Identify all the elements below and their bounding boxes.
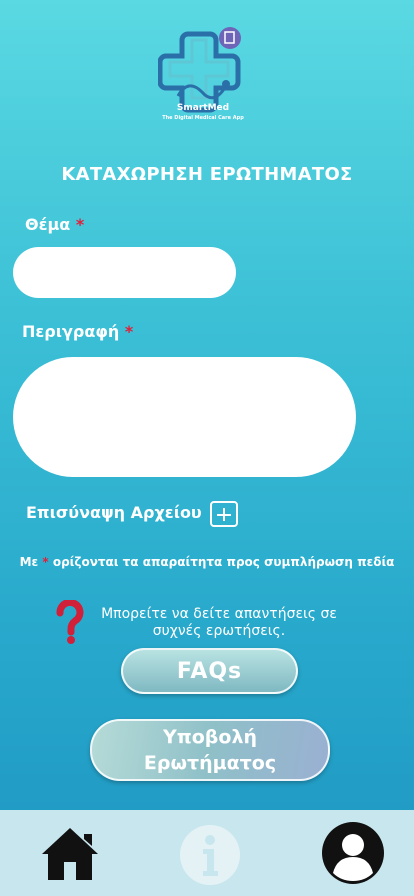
required-mark: * — [75, 215, 85, 234]
home-icon[interactable] — [40, 824, 100, 882]
subject-input[interactable] — [13, 247, 236, 298]
add-attachment-button[interactable] — [210, 501, 238, 527]
required-note-prefix: Με — [19, 555, 39, 569]
submit-question-button[interactable]: Υποβολή Ερωτήματος — [90, 719, 330, 781]
info-icon[interactable] — [179, 824, 241, 886]
subject-label: Θέμα — [25, 215, 71, 234]
required-note: Με * ορίζονται τα απαραίτητα προς συμπλή… — [0, 555, 414, 569]
required-mark: * — [124, 322, 134, 341]
bottom-nav — [0, 810, 414, 896]
brand-name: SmartMed — [176, 103, 230, 113]
brand-tagline: The Digital Medical Care App — [162, 115, 244, 121]
faq-hint: Μπορείτε να δείτε απαντήσεις σε συχνές ε… — [88, 606, 350, 640]
page-title: ΚΑΤΑΧΩΡΗΣΗ ΕΡΩΤΗΜΑΤΟΣ — [61, 164, 353, 185]
submit-line1: Υποβολή — [162, 726, 258, 748]
submit-line2: Ερωτήματος — [143, 752, 277, 774]
faq-hint-line1: Μπορείτε να δείτε απαντήσεις σε — [101, 606, 337, 622]
required-note-text: ορίζονται τα απαραίτητα προς συμπλήρωση … — [52, 555, 395, 569]
profile-icon[interactable] — [321, 821, 385, 885]
description-textarea[interactable] — [13, 357, 356, 477]
description-label: Περιγραφή — [22, 322, 120, 341]
description-label-wrap: Περιγραφή * — [22, 322, 133, 341]
faq-hint-line2: συχνές ερωτήσεις. — [152, 623, 286, 639]
required-mark: * — [42, 555, 49, 569]
subject-label-wrap: Θέμα * — [25, 215, 84, 234]
question-mark-icon — [56, 600, 84, 644]
attachment-label: Επισύναψη Αρχείου — [26, 503, 202, 522]
faqs-button[interactable]: FAQs — [121, 648, 298, 694]
